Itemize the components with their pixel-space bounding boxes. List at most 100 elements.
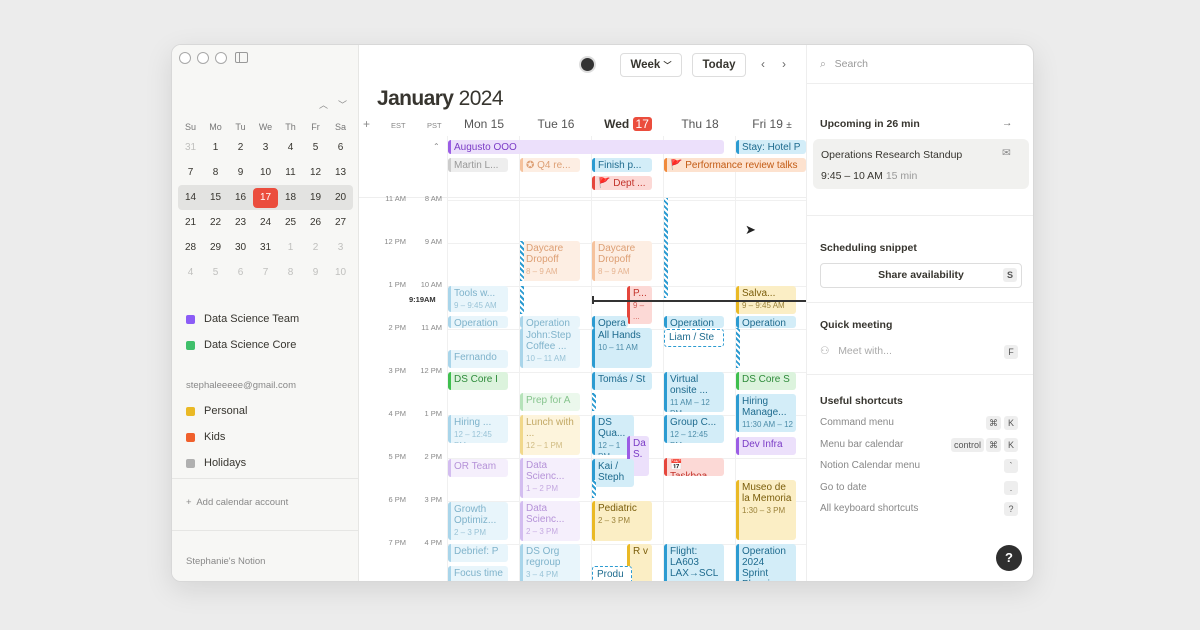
window-zoom-button[interactable] [215, 52, 227, 64]
mini-day[interactable]: 20 [328, 188, 353, 208]
event-block[interactable]: Daycare Dropoff 8 – 9 AM [520, 241, 580, 281]
mini-day[interactable]: 4 [278, 138, 303, 158]
calendar-item-holidays[interactable]: Holidays [186, 457, 246, 469]
mini-day[interactable]: 5 [203, 263, 228, 283]
mini-day[interactable]: 31 [178, 138, 203, 158]
view-select-button[interactable]: Week ﹀ [620, 53, 682, 77]
help-button[interactable]: ? [996, 545, 1022, 571]
allday-event[interactable]: Martin L... [448, 158, 508, 172]
day-header-wed[interactable]: Wed 17 [592, 117, 664, 131]
event-block[interactable]: Data Scienc... 1 – 2 PM [520, 458, 580, 498]
event-block[interactable]: Lunch with ... 12 – 1 PM [520, 415, 580, 455]
event-block[interactable]: All Hands 10 – 11 AM [592, 328, 652, 368]
share-availability-button[interactable]: Share availability S [820, 263, 1022, 288]
event-block[interactable]: Growth Optimiz... 2 – 3 PM [448, 502, 508, 540]
event-block[interactable]: Kai / Steph [592, 459, 634, 487]
mini-day[interactable]: 15 [203, 188, 228, 208]
collapse-icon[interactable]: ⌃ [433, 142, 440, 151]
mini-day[interactable]: 10 [328, 263, 353, 283]
event-block[interactable]: Tools w... 9 – 9:45 AM [448, 286, 508, 312]
event-block[interactable]: Operation [520, 316, 580, 328]
allday-event[interactable]: 🚩 Dept ... [592, 176, 652, 190]
event-block[interactable]: Operation [736, 316, 796, 328]
day-header-mon[interactable]: Mon 15 [448, 117, 520, 131]
mini-day[interactable]: 2 [303, 238, 328, 258]
mini-day[interactable]: 12 [303, 163, 328, 183]
prev-week-icon[interactable]: ‹ [761, 57, 765, 71]
event-block[interactable]: 📅 Taskboa [664, 458, 724, 476]
mini-day[interactable]: 3 [328, 238, 353, 258]
avatar[interactable] [579, 56, 596, 73]
event-block[interactable]: DS Core S [736, 372, 796, 390]
event-block[interactable]: Museo de la Memoria 1:30 – 3 PM [736, 480, 796, 540]
allday-event[interactable]: Finish p... [592, 158, 652, 172]
allday-event[interactable]: Stay: Hotel P [736, 140, 806, 154]
workspace-name[interactable]: Stephanie's Notion [186, 556, 265, 567]
calendar-item-data-science-team[interactable]: Data Science Team [186, 313, 299, 325]
upcoming-event-card[interactable]: Operations Research Standup 9:45 – 10 AM… [813, 139, 1029, 189]
day-header-fri[interactable]: Fri 19 ± [736, 117, 806, 131]
mini-day[interactable]: 24 [253, 213, 278, 233]
mini-day[interactable]: 9 [228, 163, 253, 183]
event-block[interactable]: Hiring Manage... 11:30 AM – 12 [736, 394, 796, 432]
event-block[interactable]: Data Scienc... 2 – 3 PM [520, 501, 580, 541]
window-minimize-button[interactable] [197, 52, 209, 64]
allday-event[interactable]: 🚩 Performance review talks [664, 158, 806, 172]
mini-day[interactable]: 23 [228, 213, 253, 233]
event-block[interactable]: Group C... 12 – 12:45 PM [664, 415, 724, 443]
mini-day[interactable]: 9 [303, 263, 328, 283]
next-week-icon[interactable]: › [782, 57, 786, 71]
mini-day[interactable]: 5 [303, 138, 328, 158]
tentative-event[interactable]: Produ Mar...3:30 – 4 [592, 566, 632, 581]
mini-day[interactable]: 13 [328, 163, 353, 183]
prev-month-icon[interactable]: ︿ [319, 98, 328, 111]
mini-day[interactable]: 7 [253, 263, 278, 283]
mini-day[interactable]: 4 [178, 263, 203, 283]
calendar-item-kids[interactable]: Kids [186, 431, 225, 443]
search-input[interactable]: ⌕ Search [820, 58, 868, 71]
mini-day[interactable]: 6 [228, 263, 253, 283]
mini-day[interactable]: 2 [228, 138, 253, 158]
calendar-item-personal[interactable]: Personal [186, 405, 247, 417]
mini-day[interactable]: 25 [278, 213, 303, 233]
event-block[interactable]: Virtual onsite ... 11 AM – 12 PM [664, 372, 724, 412]
event-block[interactable]: Flight: LA603 LAX→SCL3 PM [664, 544, 724, 581]
mail-icon[interactable]: ✉ [1002, 147, 1011, 159]
mini-day[interactable]: 30 [228, 238, 253, 258]
mini-day[interactable]: 26 [303, 213, 328, 233]
event-block[interactable]: John:Step Coffee ... 10 – 11 AM [520, 328, 580, 368]
mini-day[interactable]: 28 [178, 238, 203, 258]
mini-day[interactable]: 29 [203, 238, 228, 258]
event-block[interactable]: Pediatric 2 – 3 PM [592, 501, 652, 541]
mini-day[interactable]: 8 [278, 263, 303, 283]
event-block[interactable]: DS Org regroup 3 – 4 PM [520, 544, 580, 581]
today-button[interactable]: Today [692, 53, 746, 77]
event-block[interactable]: Dev Infra [736, 437, 796, 455]
event-block[interactable]: Focus time3:30 – 5 PM [448, 566, 508, 581]
add-calendar-account-button[interactable]: + Add calendar account [186, 497, 288, 508]
mini-day[interactable]: 21 [178, 213, 203, 233]
mini-day[interactable]: 1 [278, 238, 303, 258]
mini-day[interactable]: 17 [253, 187, 278, 208]
mini-day[interactable]: 10 [253, 163, 278, 183]
event-block[interactable]: Opera [592, 316, 628, 328]
event-block[interactable]: P... 9 – ... [627, 286, 652, 324]
next-month-icon[interactable]: ﹀ [338, 98, 347, 111]
event-block[interactable]: Operation [664, 316, 724, 328]
mini-day[interactable]: 18 [278, 188, 303, 208]
arrow-right-icon[interactable]: → [1002, 117, 1013, 129]
calendar-item-data-science-core[interactable]: Data Science Core [186, 339, 296, 351]
mini-day[interactable]: 27 [328, 213, 353, 233]
event-block[interactable]: Operation [448, 316, 508, 328]
mini-day[interactable]: 6 [328, 138, 353, 158]
add-timezone-icon[interactable]: + [363, 117, 370, 131]
event-block[interactable]: Daycare Dropoff 8 – 9 AM [592, 241, 652, 281]
mini-day[interactable]: 1 [203, 138, 228, 158]
event-block[interactable]: Operation 2024 Sprint Planning3 – 5 PM [736, 544, 796, 581]
mini-day[interactable]: 7 [178, 163, 203, 183]
event-block[interactable]: Tomás / St [592, 372, 652, 390]
mini-day[interactable]: 8 [203, 163, 228, 183]
event-block[interactable]: Hiring ... 12 – 12:45 PM [448, 415, 508, 443]
allday-event[interactable]: Augusto OOO [448, 140, 724, 154]
allday-event[interactable]: ✪ Q4 re... [520, 158, 580, 172]
